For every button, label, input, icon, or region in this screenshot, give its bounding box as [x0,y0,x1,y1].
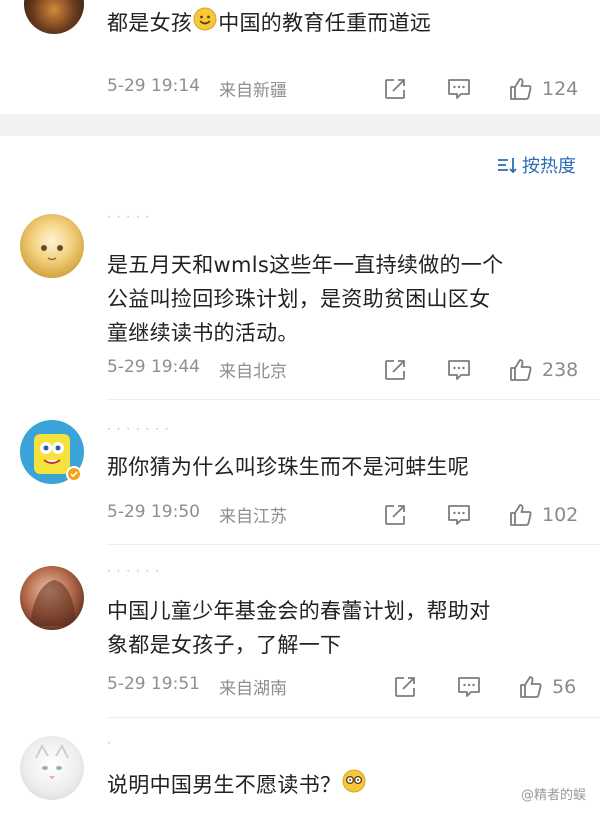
comment-text: 是五月天和wmls这些年一直持续做的一个 公益叫捡回珍珠计划，是资助贫困山区女 … [107,253,504,345]
comment-button[interactable] [456,672,482,702]
divider [107,544,600,545]
share-icon [385,79,405,99]
comment-time: 5-29 19:50 [107,502,200,522]
divider [107,717,600,718]
share-button[interactable] [383,355,407,385]
comment-button[interactable] [446,74,472,104]
sort-label: 按热度 [522,156,576,177]
avatar[interactable] [24,0,84,34]
sort-icon [498,158,517,174]
comment-location: 来自江苏 [219,507,287,527]
sort-bar: 按热度 [0,152,600,186]
comment-time: 5-29 19:14 [107,76,200,96]
comment-text: 那你猜为什么叫珍珠生而不是河蚌生呢 [107,455,470,479]
share-icon [395,677,415,697]
avatar[interactable] [20,736,84,800]
comment-text: 中国儿童少年基金会的春蕾计划，帮助对 象都是女孩子，了解一下 [107,599,491,657]
username[interactable]: · · · · · · [107,564,160,578]
like-button[interactable]: 124 [508,74,578,104]
like-button[interactable]: 238 [508,355,578,385]
top-comment: 都是女孩 中国的教育任重而道远 5-29 19:14 来自新疆 124 [0,0,600,112]
section-separator [0,114,600,136]
comment-item: · · · · · · · 那你猜为什么叫珍珠生而不是河蚌生呢 5-29 19:… [0,416,600,546]
thumbs-up-icon [520,676,542,698]
smile-emoji-icon [192,6,218,42]
share-button[interactable] [383,500,407,530]
share-button[interactable] [393,672,417,702]
comment-button[interactable] [446,355,472,385]
comment-time: 5-29 19:44 [107,357,200,377]
share-button[interactable] [383,74,407,104]
like-count: 102 [542,504,579,526]
share-icon [385,505,405,525]
like-button[interactable]: 102 [508,500,578,530]
like-button[interactable]: 56 [518,672,576,702]
sort-by-heat-button[interactable]: 按热度 [496,152,576,178]
divider [107,399,600,400]
avatar[interactable] [20,566,84,630]
comment-location: 来自新疆 [219,81,287,101]
comment-meta: 5-29 19:50 来自江苏 102 [107,500,582,530]
username[interactable]: · · · · · [107,210,150,224]
glasses-emoji-icon [341,768,367,804]
comment-location: 来自北京 [219,362,287,382]
username[interactable]: · [107,736,112,750]
comment-time: 5-29 19:51 [107,674,200,694]
comment-text: 说明中国男生不愿读书？ [107,768,367,804]
like-count: 238 [542,359,579,381]
like-count: 56 [552,676,577,698]
username[interactable]: · · · · · · · [107,422,170,436]
avatar[interactable] [20,214,84,278]
comment-icon [458,677,480,697]
comment-item: · · · · · · 中国儿童少年基金会的春蕾计划，帮助对 象都是女孩子，了解… [0,562,600,720]
comment-location: 来自湖南 [219,679,287,699]
comment-text: 都是女孩 中国的教育任重而道远 [107,6,431,42]
thumbs-up-icon [510,78,532,100]
comment-button[interactable] [446,500,472,530]
comment-meta: 5-29 19:51 来自湖南 56 [107,672,582,702]
verified-badge-icon [66,466,82,482]
comment-meta: 5-29 19:44 来自北京 238 [107,355,582,385]
thumbs-up-icon [510,504,532,526]
like-count: 124 [542,78,579,100]
comment-icon [448,360,470,380]
share-icon [385,360,405,380]
comment-item: · · · · · 是五月天和wmls这些年一直持续做的一个 公益叫捡回珍珠计划… [0,210,600,400]
comment-item: · 说明中国男生不愿读书？ [0,734,600,813]
thumbs-up-icon [510,359,532,381]
watermark: @精者的蜈 [520,788,586,803]
comment-icon [448,505,470,525]
comment-icon [448,79,470,99]
comment-meta: 5-29 19:14 来自新疆 124 [107,74,582,104]
